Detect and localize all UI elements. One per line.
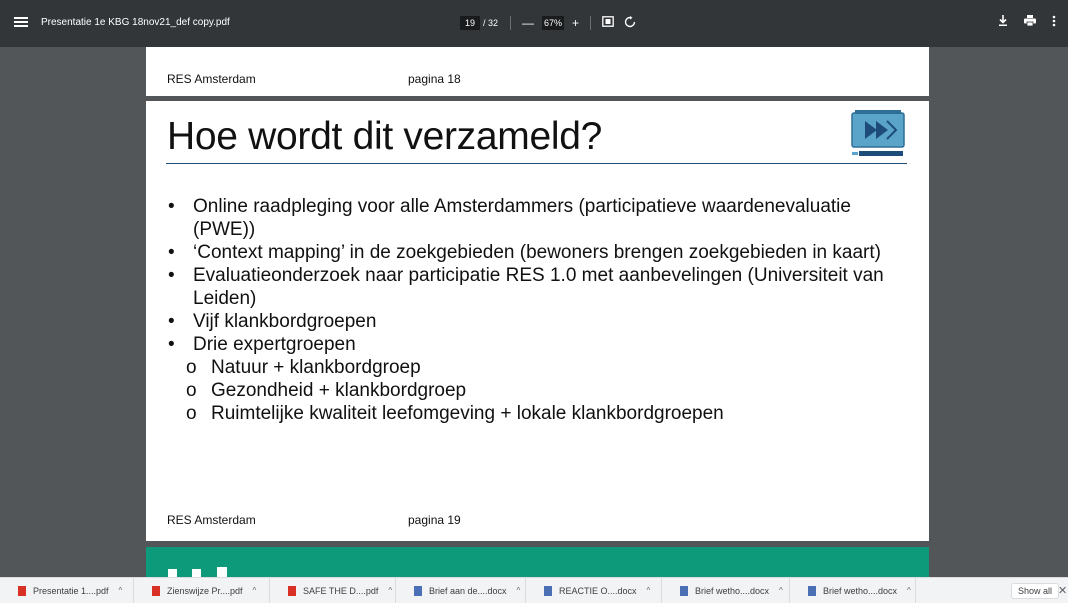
previous-page: RES Amsterdam pagina 18: [146, 47, 929, 96]
chevron-up-icon[interactable]: ^: [907, 586, 911, 595]
download-icon[interactable]: [998, 15, 1008, 30]
show-all-button[interactable]: Show all: [1011, 583, 1060, 599]
zoom-in-button[interactable]: +: [572, 16, 579, 30]
download-label: Brief aan de....docx: [429, 585, 507, 596]
presentation-board-icon: [849, 109, 907, 161]
download-label: Zienswijze Pr....pdf: [167, 585, 243, 596]
download-items: Presentatie 1....pdf ^ Zienswijze Pr....pd…: [0, 577, 916, 603]
docx-file-icon: [680, 585, 688, 596]
chevron-up-icon[interactable]: ^: [119, 586, 123, 595]
bullet-text: Ruimtelijke kwaliteit leefomgeving + lok…: [211, 403, 724, 424]
prev-footer-right: pagina 18: [408, 72, 461, 86]
download-label: Brief wetho....docx: [823, 585, 898, 596]
footer-right: pagina 19: [408, 513, 461, 527]
bullet-list: • Online raadpleging voor alle Amsterdamm…: [166, 195, 916, 425]
current-page: Hoe wordt dit verzameld? • Online raadple…: [146, 101, 929, 541]
bullet-text: Natuur + klankbordgroep: [211, 357, 421, 378]
bullet-marker: •: [168, 196, 175, 217]
next-page-fragment: [168, 569, 177, 577]
download-bar: Presentatie 1....pdf ^ Zienswijze Pr....pd…: [0, 577, 1068, 603]
docx-file-icon: [808, 585, 816, 596]
pdf-file-icon: [288, 585, 296, 596]
bullet-marker: •: [168, 265, 175, 286]
next-page-fragment: [192, 569, 201, 577]
chevron-up-icon[interactable]: ^: [779, 586, 783, 595]
chevron-up-icon[interactable]: ^: [253, 586, 257, 595]
footer-left: RES Amsterdam: [167, 513, 256, 527]
sub-bullet-marker: o: [186, 357, 197, 378]
rotate-icon[interactable]: [624, 15, 636, 31]
bullet-item: • ‘Context mapping’ in de zoekgebieden (b…: [166, 241, 916, 264]
bullet-item: • Evaluatieonderzoek naar participatie RE…: [166, 264, 916, 310]
toolbar-right: [998, 15, 1056, 30]
download-label: SAFE THE D....pdf: [303, 585, 379, 596]
bullet-item: • Vijf klankbordgroepen: [166, 310, 916, 333]
sub-bullet-item: o Ruimtelijke kwaliteit leefomgeving + lo…: [166, 402, 916, 425]
menu-icon[interactable]: [14, 17, 28, 27]
slide-title: Hoe wordt dit verzameld?: [167, 115, 602, 158]
prev-footer-left: RES Amsterdam: [167, 72, 256, 86]
bullet-text: Online raadpleging voor alle Amsterdamme…: [193, 196, 851, 240]
zoom-input[interactable]: 67%: [542, 16, 565, 30]
sub-bullet-item: o Gezondheid + klankbordgroep: [166, 379, 916, 402]
download-item[interactable]: Presentatie 1....pdf ^: [0, 577, 134, 603]
print-icon[interactable]: [1024, 15, 1036, 30]
docx-file-icon: [414, 585, 422, 596]
divider: [590, 16, 592, 30]
page-number-input[interactable]: 19: [460, 16, 480, 30]
document-title: Presentatie 1e KBG 18nov21_def copy.pdf: [41, 17, 230, 28]
download-label: Brief wetho....docx: [695, 585, 770, 596]
bullet-text: Evaluatieonderzoek naar participatie RES…: [193, 265, 884, 309]
bullet-item: • Online raadpleging voor alle Amsterdamm…: [166, 195, 916, 241]
sub-bullet-marker: o: [186, 403, 197, 424]
chevron-up-icon[interactable]: ^: [388, 586, 392, 595]
page-total: / 32: [483, 18, 499, 28]
download-item[interactable]: Brief wetho....docx ^: [790, 577, 916, 603]
sub-bullet-marker: o: [186, 380, 197, 401]
bullet-text: Vijf klankbordgroepen: [193, 311, 377, 332]
zoom-out-button[interactable]: —: [522, 16, 534, 30]
sub-bullet-item: o Natuur + klankbordgroep: [166, 356, 916, 379]
download-item[interactable]: REACTIE O....docx ^: [526, 577, 662, 603]
download-label: Presentatie 1....pdf: [33, 585, 109, 596]
bullet-marker: •: [168, 242, 175, 263]
fit-page-icon[interactable]: [602, 16, 614, 30]
download-label: REACTIE O....docx: [559, 585, 637, 596]
bullet-marker: •: [168, 334, 175, 355]
more-options-icon[interactable]: [1052, 15, 1056, 30]
download-item[interactable]: SAFE THE D....pdf ^: [270, 577, 396, 603]
pdf-file-icon: [18, 585, 26, 596]
docx-file-icon: [544, 585, 552, 596]
close-icon[interactable]: ✕: [1058, 584, 1067, 597]
pdf-toolbar: Presentatie 1e KBG 18nov21_def copy.pdf …: [0, 0, 1068, 47]
download-item[interactable]: Brief aan de....docx ^: [396, 577, 526, 603]
bullet-marker: •: [168, 311, 175, 332]
pdf-file-icon: [152, 585, 160, 596]
divider: [510, 16, 512, 30]
bullet-text: ‘Context mapping’ in de zoekgebieden (be…: [193, 242, 881, 263]
download-item[interactable]: Brief wetho....docx ^: [662, 577, 790, 603]
title-divider: [166, 163, 907, 164]
chevron-up-icon[interactable]: ^: [647, 586, 651, 595]
next-page: [146, 547, 929, 577]
next-page-fragment: [217, 567, 227, 577]
page-zoom-controls: 19 / 32 — 67% +: [460, 14, 638, 32]
download-item[interactable]: Zienswijze Pr....pdf ^: [134, 577, 270, 603]
bullet-item: • Drie expertgroepen: [166, 333, 916, 356]
chevron-up-icon[interactable]: ^: [517, 586, 521, 595]
bullet-text: Drie expertgroepen: [193, 334, 356, 355]
bullet-text: Gezondheid + klankbordgroep: [211, 380, 467, 401]
